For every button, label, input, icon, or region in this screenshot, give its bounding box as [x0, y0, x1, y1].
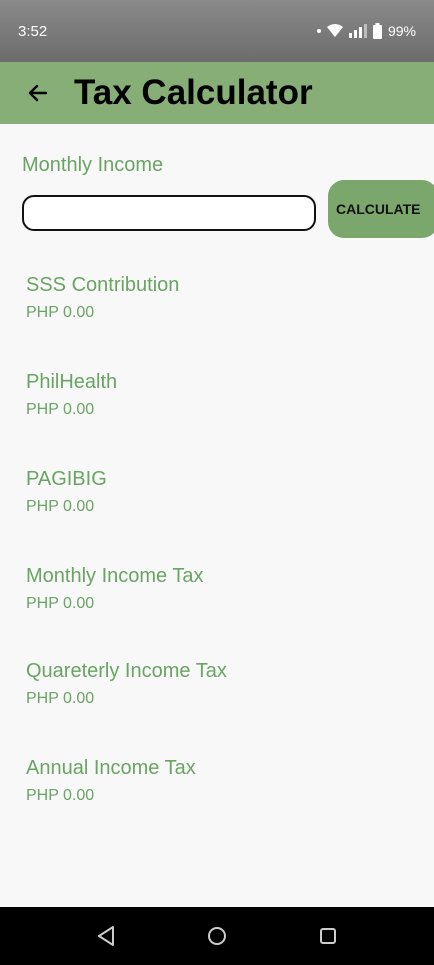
app-bar: Tax Calculator [0, 62, 434, 124]
sss-contribution-value: PHP 0.00 [26, 304, 95, 321]
philhealth-label: PhilHealth [26, 371, 118, 393]
quarterly-income-tax-value: PHP 0.00 [26, 690, 95, 707]
recents-square-icon[interactable] [308, 916, 348, 956]
back-triangle-icon[interactable] [86, 916, 126, 956]
annual-income-tax-value: PHP 0.00 [26, 787, 95, 804]
result-pagibig: PAGIBIG PHP 0.00 [26, 467, 107, 517]
annual-income-tax-label: Annual Income Tax [26, 757, 196, 779]
wifi-icon [326, 24, 343, 38]
result-philhealth: PhilHealth PHP 0.00 [26, 370, 117, 420]
quarterly-income-tax-label: Quareterly Income Tax [26, 660, 227, 682]
pagibig-label: PAGIBIG [26, 468, 107, 490]
sss-contribution-label: SSS Contribution [26, 274, 180, 296]
result-monthly-tax: Monthly Income Tax PHP 0.00 [26, 564, 204, 614]
pagibig-value: PHP 0.00 [26, 498, 95, 515]
monthly-income-tax-value: PHP 0.00 [26, 595, 95, 612]
signal-icon [348, 24, 367, 38]
home-circle-icon[interactable] [197, 916, 237, 956]
monthly-income-input[interactable] [22, 195, 316, 231]
arrow-left-icon[interactable] [22, 77, 54, 109]
status-icons: 99% [316, 23, 416, 39]
monthly-income-label: Monthly Income [22, 154, 164, 176]
result-quarterly-tax: Quareterly Income Tax PHP 0.00 [26, 659, 227, 709]
calculate-button[interactable]: CALCULATE [328, 180, 434, 238]
status-time: 3:52 [18, 22, 48, 40]
result-annual-tax: Annual Income Tax PHP 0.00 [26, 756, 196, 806]
page-title: Tax Calculator [74, 73, 313, 112]
dot-icon [316, 29, 321, 33]
system-nav-bar [0, 907, 434, 965]
philhealth-value: PHP 0.00 [26, 401, 95, 418]
result-sss: SSS Contribution PHP 0.00 [26, 273, 179, 323]
battery-icon [372, 23, 382, 39]
status-bar: 3:52 99% [0, 0, 434, 62]
battery-percent: 99% [387, 23, 416, 39]
monthly-income-tax-label: Monthly Income Tax [26, 565, 204, 587]
